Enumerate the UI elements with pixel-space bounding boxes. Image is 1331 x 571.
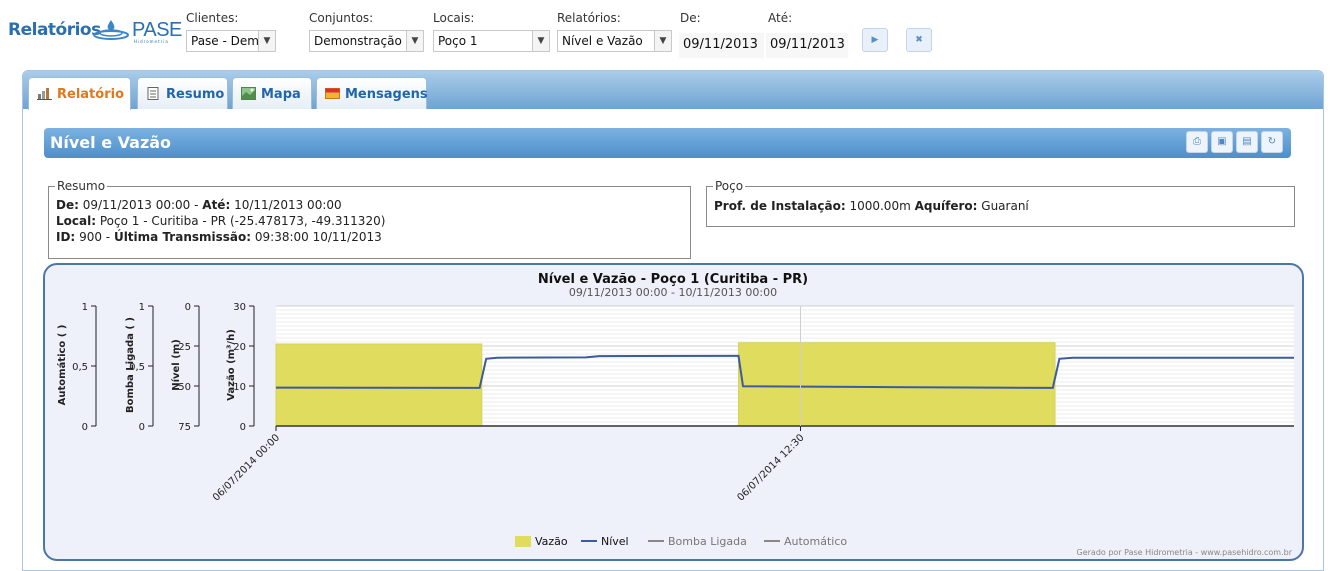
x-tick-label: 06/07/2014 12:30 — [735, 432, 806, 503]
to-date-input[interactable]: 09/11/2013 — [766, 33, 848, 58]
location-value: Poço 1 - Curitiba - PR (-25.478173, -49.… — [99, 214, 386, 228]
list-button[interactable]: ▤ — [1236, 131, 1258, 153]
save-button[interactable]: ▣ — [1211, 131, 1233, 153]
clear-filters-button[interactable]: ✖ — [906, 28, 932, 52]
summary-id-line: ID: 900 - Última Transmissão: 09:38:00 1… — [56, 230, 382, 244]
well-fieldset: Poço Prof. de Instalação: 1000.00m Aquíf… — [706, 179, 1295, 227]
messages-icon — [325, 88, 340, 99]
play-icon: ▶ — [871, 35, 879, 45]
y-tick-label: 0 — [185, 302, 191, 313]
sets-label: Conjuntos: — [309, 11, 374, 25]
sets-select-value: Demonstração — [314, 34, 402, 48]
y-tick-label: 0 — [82, 422, 88, 433]
legend-swatch — [515, 536, 531, 547]
report-panel: Relatório Resumo Mapa Mensagens Nível e … — [22, 70, 1324, 571]
id-value: 900 - — [79, 230, 111, 244]
from-label: De: — [56, 198, 79, 212]
location-label: Local: — [56, 214, 97, 228]
chart-subtitle: 09/11/2013 00:00 - 10/11/2013 00:00 — [569, 286, 777, 299]
tab-resumo[interactable]: Resumo — [137, 77, 228, 109]
x-tick-label: 06/07/2014 00:00 — [211, 432, 282, 503]
summary-location-line: Local: Poço 1 - Curitiba - PR (-25.47817… — [56, 214, 385, 228]
summary-fieldset: Resumo De: 09/11/2013 00:00 - Até: 10/11… — [48, 179, 691, 259]
summary-period-line: De: 09/11/2013 00:00 - Até: 10/11/2013 0… — [56, 198, 342, 212]
y-axis-label: Bomba Ligada ( ) — [125, 317, 136, 413]
well-legend: Poço — [713, 179, 746, 193]
chevron-down-icon: ▼ — [532, 31, 549, 51]
to-value: 10/11/2013 00:00 — [234, 198, 342, 212]
depth-value: 1000.00m — [849, 199, 911, 213]
aquifer-label: Aquífero: — [914, 199, 978, 213]
clients-select[interactable]: Pase - Demonst ▼ — [186, 30, 276, 52]
close-icon: ✖ — [915, 35, 923, 45]
y-tick-label: 0,5 — [72, 362, 88, 373]
chevron-down-icon: ▼ — [406, 31, 423, 51]
tab-mensagens[interactable]: Mensagens — [316, 77, 428, 109]
tab-mapa[interactable]: Mapa — [232, 77, 312, 109]
section-title: Nível e Vazão — [50, 133, 172, 152]
map-icon — [241, 87, 256, 100]
chart-title: Nível e Vazão - Poço 1 (Curitiba - PR) — [538, 272, 808, 287]
y-axis-label: Nível (m) — [170, 339, 182, 391]
chart-container: Nível e Vazão - Poço 1 (Curitiba - PR) 09… — [43, 263, 1304, 561]
reports-select-value: Nível e Vazão — [562, 34, 643, 48]
y-tick-label: 75 — [178, 422, 191, 433]
places-label: Locais: — [433, 11, 475, 25]
well-info-line: Prof. de Instalação: 1000.00m Aquífero: … — [714, 199, 1029, 213]
legend-label: Bomba Ligada — [668, 535, 747, 548]
brand-subtitle: Hidrometria — [134, 39, 169, 44]
legend-label: Nível — [601, 535, 629, 548]
water-drop-logo-icon — [93, 20, 129, 40]
y-axis-label: Automático ( ) — [56, 325, 68, 406]
chart-credit: Gerado por Pase Hidrometria - www.pasehi… — [1077, 548, 1293, 557]
y-tick-label: 1 — [139, 302, 145, 313]
aquifer-value: Guaraní — [981, 199, 1029, 213]
summary-icon — [147, 87, 159, 100]
depth-label: Prof. de Instalação: — [714, 199, 846, 213]
last-transmission-value: 09:38:00 10/11/2013 — [254, 230, 382, 244]
tab-label: Relatório — [57, 87, 124, 102]
top-toolbar: Relatórios PASE Hidrometria Clientes: Pa… — [0, 0, 1331, 62]
chevron-down-icon: ▼ — [654, 31, 671, 51]
y-tick-label: 30 — [233, 302, 246, 313]
app-title: Relatórios — [8, 20, 101, 40]
save-icon: ▣ — [1217, 136, 1227, 147]
clients-label: Clientes: — [186, 11, 239, 25]
report-icon — [37, 88, 52, 100]
from-value: 09/11/2013 00:00 - — [82, 198, 199, 212]
tab-label: Mapa — [261, 87, 301, 102]
last-transmission-label: Última Transmissão: — [113, 230, 252, 244]
legend-label: Automático — [784, 535, 847, 548]
places-select[interactable]: Poço 1 ▼ — [433, 30, 550, 52]
section-header: Nível e Vazão — [44, 128, 1291, 158]
chevron-down-icon: ▼ — [258, 31, 275, 51]
y-tick-label: 0 — [240, 422, 246, 433]
id-label: ID: — [56, 230, 76, 244]
list-icon: ▤ — [1242, 136, 1252, 147]
print-icon: ⎙ — [1193, 136, 1201, 147]
run-report-button[interactable]: ▶ — [862, 28, 888, 52]
reports-select[interactable]: Nível e Vazão ▼ — [557, 30, 672, 52]
refresh-button[interactable]: ↻ — [1261, 131, 1283, 153]
y-axis-label: Vazão (m³/h) — [226, 329, 237, 401]
sets-select[interactable]: Demonstração ▼ — [309, 30, 424, 52]
refresh-icon: ↻ — [1267, 136, 1277, 147]
y-tick-label: 1 — [82, 302, 88, 313]
print-button[interactable]: ⎙ — [1186, 131, 1208, 153]
y-tick-label: 0 — [139, 422, 145, 433]
tab-bar: Relatório Resumo Mapa Mensagens — [23, 71, 1323, 110]
summary-legend: Resumo — [55, 179, 108, 193]
tab-relatorio[interactable]: Relatório — [28, 77, 131, 110]
from-date-input[interactable]: 09/11/2013 — [679, 33, 764, 58]
tab-label: Mensagens — [345, 87, 428, 102]
level-flow-chart: Nível e Vazão - Poço 1 (Curitiba - PR)09… — [56, 272, 1295, 557]
to-date-label: Até: — [768, 11, 793, 25]
from-date-label: De: — [680, 11, 701, 25]
places-select-value: Poço 1 — [438, 34, 478, 48]
to-label: Até: — [202, 198, 231, 212]
tab-label: Resumo — [166, 87, 225, 102]
legend-label: Vazão — [535, 535, 568, 548]
reports-label: Relatórios: — [557, 11, 621, 25]
